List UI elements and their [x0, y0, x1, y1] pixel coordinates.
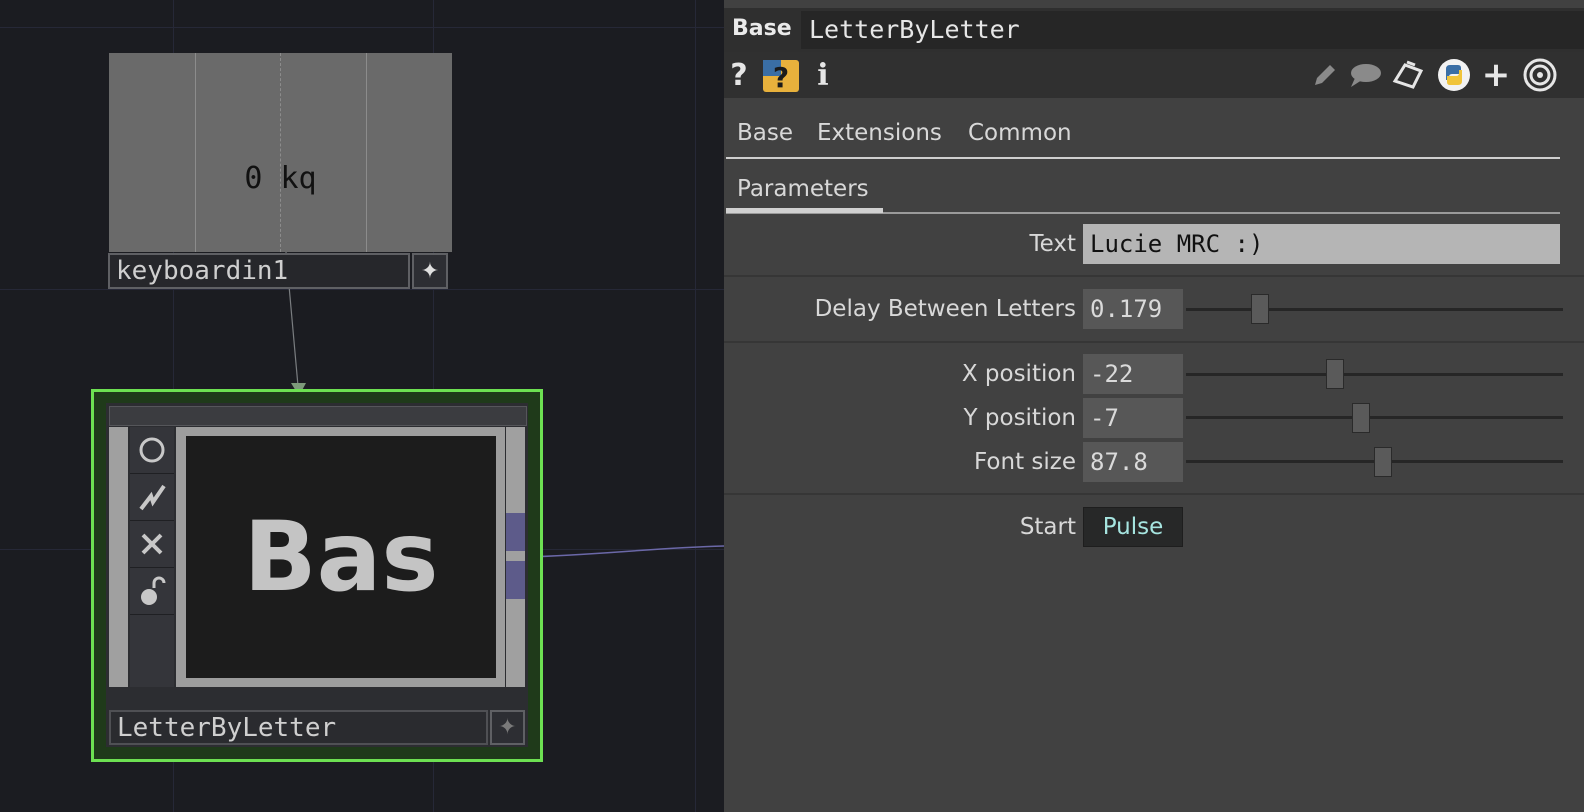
- comment-icon[interactable]: [1346, 52, 1384, 98]
- parameter-panel: Base LetterByLetter ? ? i + Base Extensi…: [724, 0, 1584, 812]
- op-name-field[interactable]: LetterByLetter: [801, 11, 1584, 49]
- grid-column: [366, 53, 367, 252]
- param-ypos-slider[interactable]: [1186, 416, 1563, 419]
- sparkle-icon: ✦: [498, 715, 517, 740]
- output-connector[interactable]: [506, 513, 525, 551]
- param-ypos-slider-handle[interactable]: [1352, 403, 1370, 433]
- lightning-icon[interactable]: [130, 474, 174, 521]
- keyboardin1-name-label[interactable]: keyboardin1: [108, 253, 410, 289]
- x-icon[interactable]: [130, 521, 174, 568]
- help-icon[interactable]: ?: [726, 52, 752, 98]
- param-xpos-slider[interactable]: [1186, 373, 1563, 376]
- keyboardin1-viewer[interactable]: 0 kq: [109, 53, 452, 252]
- base-node-input-bar[interactable]: [109, 427, 128, 687]
- info-icon[interactable]: i: [810, 52, 836, 98]
- param-xpos-slider-handle[interactable]: [1326, 359, 1344, 389]
- param-fontsize-label: Font size: [974, 449, 1076, 475]
- param-fontsize-field[interactable]: 87.8: [1083, 442, 1183, 482]
- add-icon[interactable]: +: [1480, 52, 1512, 98]
- start-pulse-button[interactable]: Pulse: [1083, 507, 1183, 547]
- panel-toolbar: ? ? i +: [724, 52, 1584, 98]
- param-delay-slider[interactable]: [1186, 308, 1563, 311]
- param-ypos-field[interactable]: -7: [1083, 398, 1183, 438]
- param-separator: [724, 341, 1584, 343]
- grid-column: [195, 53, 196, 252]
- param-separator: [724, 275, 1584, 277]
- edit-icon[interactable]: [1310, 52, 1340, 98]
- tab-parameters[interactable]: Parameters: [737, 176, 869, 202]
- wire-base-output: [524, 545, 724, 558]
- base-node-output-bar[interactable]: [506, 427, 525, 687]
- tab-base[interactable]: Base: [737, 120, 793, 146]
- page-tabs: Base Extensions Common: [724, 110, 1584, 160]
- param-text-label: Text: [1029, 231, 1076, 257]
- param-xpos-label: X position: [961, 361, 1076, 387]
- op-type-label: Base: [732, 16, 792, 41]
- param-delay-field[interactable]: 0.179: [1083, 289, 1183, 329]
- param-text-field[interactable]: Lucie MRC :): [1083, 224, 1560, 264]
- base-node-viewer-toggle[interactable]: ✦: [490, 710, 525, 745]
- network-editor[interactable]: 0 kq keyboardin1 ✦ Bas LetterByLetter ✦: [0, 0, 724, 812]
- clipboard-icon[interactable]: [1390, 52, 1426, 98]
- keyboardin1-viewer-toggle[interactable]: ✦: [412, 253, 448, 289]
- param-separator: [724, 493, 1584, 495]
- circle-icon[interactable]: [130, 427, 174, 474]
- tabs-divider: [726, 157, 1560, 159]
- sparkle-icon: ✦: [420, 258, 440, 284]
- tab-extensions[interactable]: Extensions: [817, 120, 942, 146]
- svg-text:?: ?: [773, 61, 789, 94]
- lock-icon[interactable]: [130, 568, 174, 615]
- subtab-selected-indicator: [726, 208, 883, 213]
- target-icon[interactable]: [1522, 52, 1558, 98]
- center-line: [280, 53, 281, 252]
- base-node-topbar: [109, 406, 527, 426]
- param-delay-slider-handle[interactable]: [1251, 294, 1269, 324]
- base-viewer-text: Bas: [243, 501, 439, 613]
- output-connector[interactable]: [506, 561, 525, 599]
- param-fontsize-slider-handle[interactable]: [1374, 447, 1392, 477]
- keyboard-viewer-text: 0 kq: [244, 161, 317, 196]
- python-icon[interactable]: [1436, 52, 1472, 98]
- base-node-name-label[interactable]: LetterByLetter: [109, 710, 488, 745]
- python-help-icon[interactable]: ?: [762, 52, 800, 98]
- param-delay-label: Delay Between Letters: [814, 296, 1076, 322]
- param-start-label: Start: [1019, 514, 1076, 540]
- param-xpos-field[interactable]: -22: [1083, 354, 1183, 394]
- param-ypos-label: Y position: [963, 405, 1076, 431]
- tab-common[interactable]: Common: [968, 120, 1072, 146]
